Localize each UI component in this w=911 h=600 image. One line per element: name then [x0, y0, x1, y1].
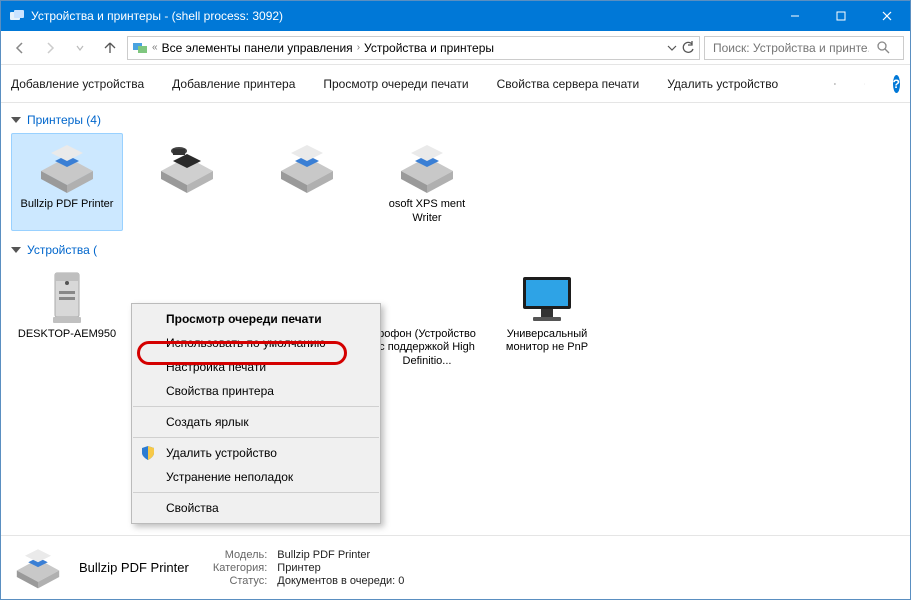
- remove-device-button[interactable]: Удалить устройство: [667, 77, 778, 91]
- address-bar[interactable]: « Все элементы панели управления › Устро…: [127, 36, 700, 60]
- printers-items: Bullzip PDF Printer osoft XPS ment Write…: [11, 133, 900, 231]
- breadcrumb-seg-2[interactable]: Устройства и принтеры: [364, 41, 494, 55]
- search-box[interactable]: [704, 36, 904, 60]
- dropdown-icon[interactable]: [665, 41, 679, 55]
- nav-row: « Все элементы панели управления › Устро…: [1, 31, 910, 65]
- help-icon[interactable]: ?: [893, 75, 900, 93]
- item-label: Bullzip PDF Printer: [21, 198, 114, 212]
- view-print-queue-button[interactable]: Просмотр очереди печати: [323, 77, 468, 91]
- ctx-create-shortcut[interactable]: Создать ярлык: [132, 410, 380, 434]
- refresh-icon[interactable]: [681, 41, 695, 55]
- window-title: Устройства и принтеры - (shell process: …: [31, 9, 772, 23]
- details-properties: Модель: Bullzip PDF Printer Категория: П…: [213, 549, 405, 587]
- back-button[interactable]: [7, 35, 33, 61]
- details-model-key: Модель:: [213, 549, 267, 561]
- minimize-button[interactable]: [772, 1, 818, 31]
- printer-icon: [395, 141, 459, 195]
- printer-icon: [11, 546, 65, 590]
- details-category-value: Принтер: [277, 562, 404, 574]
- collapse-caret-icon: [11, 117, 21, 123]
- printer-icon: [275, 141, 339, 195]
- device-item-monitor[interactable]: Универсальный монитор не PnP: [491, 263, 603, 374]
- group-devices-title: Устройства (: [27, 243, 97, 257]
- chevron-right-icon: ›: [357, 42, 360, 53]
- chevron-left-icon: «: [152, 42, 158, 53]
- details-pane: Bullzip PDF Printer Модель: Bullzip PDF …: [1, 535, 910, 599]
- recent-dropdown[interactable]: [67, 35, 93, 61]
- details-status-key: Статус:: [213, 575, 267, 587]
- printer-icon: [35, 141, 99, 195]
- ctx-troubleshoot[interactable]: Устранение неполадок: [132, 465, 380, 489]
- item-label: osoft XPS ment Writer: [374, 198, 480, 226]
- content-area: Принтеры (4) Bullzip PDF Printer osoft X…: [1, 103, 910, 535]
- collapse-caret-icon: [11, 247, 21, 253]
- breadcrumb-seg-1[interactable]: Все элементы панели управления: [162, 41, 353, 55]
- printer-item-xps[interactable]: osoft XPS ment Writer: [371, 133, 483, 231]
- ctx-set-default[interactable]: Использовать по умолчанию: [132, 331, 380, 355]
- control-panel-icon: [132, 40, 148, 56]
- details-name: Bullzip PDF Printer: [79, 560, 189, 575]
- devices-icon: [9, 8, 25, 24]
- window-root: Устройства и принтеры - (shell process: …: [0, 0, 911, 600]
- ctx-printer-props[interactable]: Свойства принтера: [132, 379, 380, 403]
- command-bar: Добавление устройства Добавление принтер…: [1, 65, 910, 103]
- ctx-print-prefs[interactable]: Настройка печати: [132, 355, 380, 379]
- context-menu: Просмотр очереди печати Использовать по …: [131, 303, 381, 524]
- group-printers-title: Принтеры (4): [27, 113, 101, 127]
- printer-item-fax[interactable]: [131, 133, 243, 231]
- shield-icon: [140, 445, 156, 461]
- ctx-view-queue[interactable]: Просмотр очереди печати: [132, 307, 380, 331]
- fax-icon: [155, 141, 219, 195]
- separator: [133, 437, 379, 438]
- printer-item-3[interactable]: [251, 133, 363, 231]
- item-label: рофон (Устройство с поддержкой High Defi…: [374, 328, 480, 369]
- details-category-key: Категория:: [213, 562, 267, 574]
- close-button[interactable]: [864, 1, 910, 31]
- search-input[interactable]: [711, 40, 871, 56]
- ctx-properties[interactable]: Свойства: [132, 496, 380, 520]
- details-status-value: Документов в очереди: 0: [277, 575, 404, 587]
- details-model-value: Bullzip PDF Printer: [277, 549, 404, 561]
- window-buttons: [772, 1, 910, 31]
- separator: [133, 406, 379, 407]
- item-label: DESKTOP-AEM950: [18, 328, 116, 342]
- maximize-button[interactable]: [818, 1, 864, 31]
- separator: [133, 492, 379, 493]
- print-server-properties-button[interactable]: Свойства сервера печати: [497, 77, 640, 91]
- monitor-icon: [515, 271, 579, 325]
- view-options-icon[interactable]: [834, 77, 836, 91]
- up-button[interactable]: [97, 35, 123, 61]
- add-printer-button[interactable]: Добавление принтера: [172, 77, 295, 91]
- ctx-remove-device[interactable]: Удалить устройство: [132, 441, 380, 465]
- chevron-down-icon[interactable]: [864, 80, 865, 88]
- group-printers-header[interactable]: Принтеры (4): [11, 113, 900, 127]
- group-devices-header[interactable]: Устройства (: [11, 243, 900, 257]
- printer-item-bullzip[interactable]: Bullzip PDF Printer: [11, 133, 123, 231]
- computer-icon: [43, 269, 91, 327]
- item-label: Универсальный монитор не PnP: [494, 328, 600, 356]
- title-bar: Устройства и принтеры - (shell process: …: [1, 1, 910, 31]
- device-item-desktop[interactable]: DESKTOP-AEM950: [11, 263, 123, 374]
- device-item-mic[interactable]: рофон (Устройство с поддержкой High Defi…: [371, 263, 483, 374]
- add-device-button[interactable]: Добавление устройства: [11, 77, 144, 91]
- search-icon: [877, 41, 890, 54]
- forward-button[interactable]: [37, 35, 63, 61]
